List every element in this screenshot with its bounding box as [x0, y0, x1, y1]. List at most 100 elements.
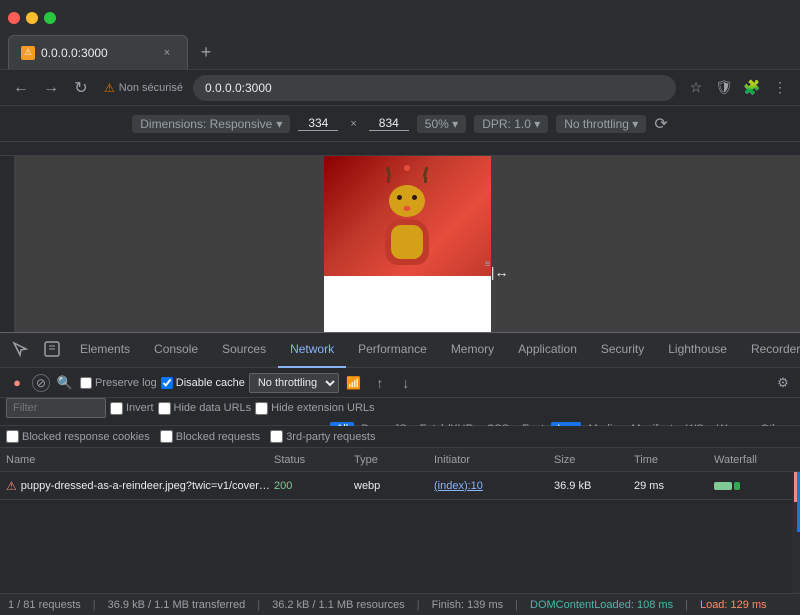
- filter-bar: Invert Hide data URLs Hide extension URL…: [0, 398, 800, 426]
- tab-performance[interactable]: Performance: [346, 333, 439, 368]
- tab-close-button[interactable]: ×: [159, 45, 175, 61]
- size-cell: 36.9 kB: [554, 480, 634, 492]
- throttle-selector[interactable]: No throttling ▾: [556, 115, 646, 133]
- maximize-button[interactable]: [44, 12, 56, 24]
- page-white-area: [324, 276, 491, 332]
- tab-lighthouse[interactable]: Lighthouse: [656, 333, 739, 368]
- dimensions-label: Dimensions: Responsive: [140, 117, 272, 131]
- page-image: [324, 156, 491, 276]
- tab-bar: ⚠ 0.0.0.0:3000 × +: [0, 35, 800, 70]
- resize-icon: ≡: [485, 259, 491, 270]
- shield-icon[interactable]: 🛡: [712, 76, 736, 100]
- dpr-selector[interactable]: DPR: 1.0 ▾: [474, 115, 548, 133]
- waterfall-bar-2: [734, 482, 740, 490]
- dimension-separator: ×: [350, 118, 356, 130]
- preserve-log-checkbox[interactable]: Preserve log: [80, 377, 157, 389]
- network-settings-icon[interactable]: ⚙: [772, 372, 794, 394]
- tab-console[interactable]: Console: [142, 333, 210, 368]
- hide-extension-urls-checkbox[interactable]: Hide extension URLs: [255, 402, 374, 415]
- download-icon[interactable]: ↓: [395, 372, 417, 394]
- url-input[interactable]: [193, 75, 676, 101]
- upload-icon[interactable]: ↑: [369, 372, 391, 394]
- filter-bar-2: Blocked response cookies Blocked request…: [0, 426, 800, 448]
- cursor-indicator: |↔: [491, 264, 509, 280]
- disable-cache-checkbox[interactable]: Disable cache: [161, 377, 245, 389]
- page-content: ≡ |↔: [324, 156, 491, 332]
- browser-tab[interactable]: ⚠ 0.0.0.0:3000 ×: [8, 35, 188, 69]
- record-button[interactable]: ●: [6, 372, 28, 394]
- throttle-value: No throttling: [564, 117, 629, 131]
- tab-network[interactable]: Network: [278, 333, 346, 368]
- request-name: puppy-dressed-as-a-reindeer.jpeg?twic=v1…: [21, 480, 274, 492]
- resize-handle[interactable]: ≡: [484, 156, 492, 332]
- table-row[interactable]: ⚠ puppy-dressed-as-a-reindeer.jpeg?twic=…: [0, 472, 800, 500]
- minimize-button[interactable]: [26, 12, 38, 24]
- time-cell: 29 ms: [634, 480, 714, 492]
- cursor-icon: [12, 341, 28, 357]
- initiator-cell: (index):10: [434, 480, 554, 492]
- col-size[interactable]: Size: [554, 454, 634, 466]
- tab-sources[interactable]: Sources: [210, 333, 278, 368]
- close-button[interactable]: [8, 12, 20, 24]
- resources-size: 36.2 kB / 1.1 MB resources: [272, 599, 405, 611]
- tab-memory[interactable]: Memory: [439, 333, 506, 368]
- scrollbar-track: [792, 472, 800, 593]
- chevron-down-icon: ▾: [632, 117, 638, 131]
- device-toolbar: Dimensions: Responsive ▾ × 50% ▾ DPR: 1.…: [0, 106, 800, 142]
- devtools-tab-bar: Elements Console Sources Network Perform…: [0, 333, 800, 368]
- rotate-icon[interactable]: ⟳: [654, 114, 667, 134]
- col-initiator[interactable]: Initiator: [434, 454, 554, 466]
- tab-recorder[interactable]: Recorder ⬤: [739, 333, 800, 368]
- devtools-tab-icon2[interactable]: [36, 333, 68, 368]
- clear-button[interactable]: ⊘: [32, 374, 50, 392]
- forward-button[interactable]: →: [38, 75, 64, 101]
- chevron-down-icon: ▾: [534, 117, 540, 131]
- dimensions-selector[interactable]: Dimensions: Responsive ▾: [132, 115, 290, 133]
- bookmark-icon[interactable]: ☆: [684, 76, 708, 100]
- new-tab-button[interactable]: +: [192, 38, 220, 66]
- third-party-requests-checkbox[interactable]: 3rd-party requests: [270, 430, 375, 443]
- search-button[interactable]: 🔍: [54, 372, 76, 394]
- waterfall-bar: [714, 482, 732, 490]
- load-time: Load: 129 ms: [700, 599, 767, 611]
- filter-input[interactable]: [6, 398, 106, 418]
- zoom-selector[interactable]: 50% ▾: [417, 115, 466, 133]
- wifi-icon: 📶: [343, 372, 365, 394]
- reload-button[interactable]: ↻: [68, 75, 94, 101]
- invert-checkbox[interactable]: Invert: [110, 402, 154, 415]
- extension-icon[interactable]: 🧩: [740, 76, 764, 100]
- chevron-down-icon: ▾: [452, 117, 458, 131]
- blocked-response-cookies-checkbox[interactable]: Blocked response cookies: [6, 430, 150, 443]
- status-bar: 1 / 81 requests | 36.9 kB / 1.1 MB trans…: [0, 593, 800, 615]
- col-status[interactable]: Status: [274, 454, 354, 466]
- chevron-down-icon: ▾: [276, 117, 282, 131]
- horizontal-ruler: [0, 142, 800, 156]
- col-time[interactable]: Time: [634, 454, 714, 466]
- network-toolbar: ● ⊘ 🔍 Preserve log Disable cache No thro…: [0, 368, 800, 398]
- width-input[interactable]: [298, 116, 338, 131]
- title-bar: [0, 0, 800, 35]
- back-button[interactable]: ←: [8, 75, 34, 101]
- table-header: Name Status Type Initiator Size Time Wat…: [0, 448, 800, 472]
- viewport: ≡ |↔: [0, 142, 800, 332]
- dpr-value: DPR: 1.0: [482, 117, 531, 131]
- window-controls: [8, 12, 56, 24]
- warning-icon: ⚠: [104, 81, 115, 95]
- col-name[interactable]: Name: [6, 454, 274, 466]
- height-input[interactable]: [369, 116, 409, 131]
- menu-icon[interactable]: ⋮: [768, 76, 792, 100]
- hide-data-urls-checkbox[interactable]: Hide data URLs: [158, 402, 252, 415]
- devtools: Elements Console Sources Network Perform…: [0, 332, 800, 615]
- blocked-requests-checkbox[interactable]: Blocked requests: [160, 430, 260, 443]
- tab-application[interactable]: Application: [506, 333, 589, 368]
- element-icon: [44, 341, 60, 357]
- scroll-red: [794, 472, 797, 502]
- finish-time: Finish: 139 ms: [432, 599, 504, 611]
- tab-security[interactable]: Security: [589, 333, 656, 368]
- devtools-tab-icon1[interactable]: [4, 333, 36, 368]
- name-cell: ⚠ puppy-dressed-as-a-reindeer.jpeg?twic=…: [6, 479, 274, 493]
- col-waterfall[interactable]: Waterfall: [714, 454, 794, 466]
- col-type[interactable]: Type: [354, 454, 434, 466]
- throttle-select[interactable]: No throttling: [249, 373, 339, 393]
- tab-elements[interactable]: Elements: [68, 333, 142, 368]
